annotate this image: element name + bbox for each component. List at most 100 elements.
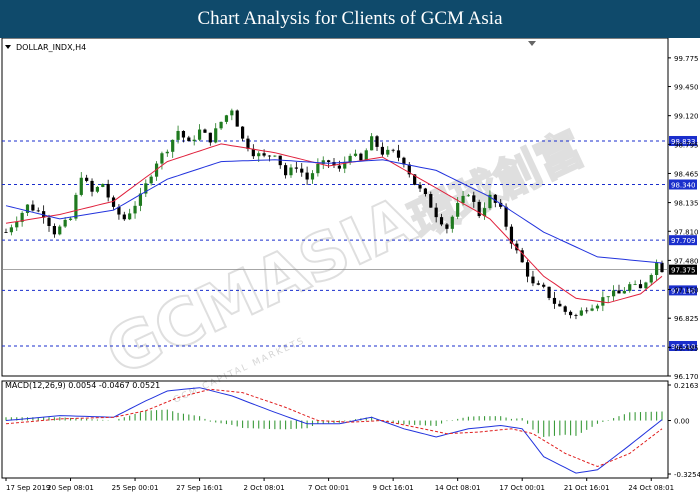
- time-tick-label: 2 Oct 08:01: [244, 484, 285, 492]
- candle-body: [579, 310, 583, 316]
- candle-body: [380, 146, 384, 155]
- candle-body: [418, 184, 422, 189]
- candle-body: [251, 148, 255, 157]
- price-tick-label: 97.150: [674, 287, 699, 295]
- macd-tick-label: 0.00: [674, 418, 690, 426]
- chart-shift-icon: [528, 41, 536, 46]
- candle-body: [429, 194, 433, 208]
- candle-body: [95, 186, 100, 192]
- time-tick-label: 21 Oct 16:01: [564, 484, 610, 492]
- candle-body: [316, 163, 320, 174]
- candle-body: [638, 284, 643, 289]
- candle-body: [628, 284, 632, 291]
- candle-body: [445, 224, 449, 229]
- candle-body: [337, 165, 341, 169]
- price-tick-label: 97.810: [674, 228, 699, 236]
- candle-body: [542, 284, 546, 287]
- candle-body: [214, 128, 218, 143]
- chart-canvas[interactable]: GCMASIA 環球創富 GCM CAPITAL MARKETS 98.8339…: [0, 38, 700, 500]
- candle-body: [208, 132, 212, 143]
- time-tick-label: 27 Sep 16:01: [176, 484, 223, 492]
- candle-body: [240, 126, 245, 139]
- candle-body: [353, 153, 358, 156]
- price-tick-label: 99.120: [674, 113, 699, 121]
- candle-body: [574, 315, 578, 316]
- candle-body: [90, 180, 94, 192]
- candle-body: [633, 284, 637, 285]
- candle-body: [461, 195, 465, 203]
- candle-body: [370, 136, 374, 151]
- banner-title: Chart Analysis for Clients of GCM Asia: [197, 8, 503, 29]
- macd-panel-border: [1, 380, 669, 479]
- candle-body: [472, 195, 476, 202]
- candle-body: [101, 183, 105, 187]
- candle-body: [305, 172, 309, 180]
- candle-body: [230, 110, 234, 116]
- candle-body: [181, 130, 186, 138]
- candle-body: [375, 136, 379, 147]
- candle-body: [246, 138, 250, 149]
- candle-body: [396, 150, 401, 158]
- price-tick-label: 99.775: [674, 55, 699, 63]
- price-tick-label: 98.465: [674, 170, 699, 178]
- candle-body: [612, 290, 616, 297]
- candle-body: [655, 262, 659, 275]
- candle-body: [386, 149, 390, 155]
- candle-body: [15, 221, 19, 228]
- candle-body: [300, 168, 304, 173]
- candle-body: [63, 219, 67, 227]
- candle-body: [563, 306, 567, 312]
- price-tick-label: 98.135: [674, 200, 699, 208]
- macd-panel: 0.2163 0.00 -0.3254: [1, 380, 700, 479]
- candle-body: [106, 183, 110, 198]
- candle-body: [364, 150, 368, 161]
- candle-body: [504, 206, 508, 227]
- candle-body: [606, 296, 610, 298]
- candle-body: [128, 213, 132, 220]
- candle-body: [617, 290, 621, 294]
- price-tick-label: 97.480: [674, 257, 699, 265]
- candle-body: [203, 129, 207, 133]
- candle-body: [165, 151, 169, 154]
- candle-body: [52, 226, 56, 235]
- level-price-label: 98.340: [671, 181, 696, 189]
- candle-body: [79, 177, 83, 195]
- candle-body: [36, 210, 40, 212]
- macd-signal-line: [5, 388, 663, 468]
- time-tick-label: 9 Oct 16:01: [373, 484, 414, 492]
- candle-body: [160, 153, 164, 164]
- time-tick-label: 14 Oct 08:01: [435, 484, 481, 492]
- candle-body: [219, 121, 223, 129]
- candle-body: [149, 176, 153, 184]
- time-tick-label: 25 Sep 00:01: [112, 484, 159, 492]
- candle-body: [391, 149, 395, 151]
- candle-body: [531, 276, 535, 284]
- candle-body: [310, 173, 315, 180]
- candle-body: [58, 226, 62, 235]
- macd-label: MACD(12,26,9) 0.0054 -0.0467 0.0521: [5, 381, 160, 390]
- candle-body: [525, 262, 530, 277]
- candle-body: [477, 201, 481, 217]
- candle-body: [47, 217, 51, 227]
- price-tick-label: 96.170: [674, 373, 699, 381]
- price-tick-label: 96.495: [674, 344, 699, 352]
- price-tick-label: 96.825: [674, 315, 699, 323]
- candle-body: [450, 216, 454, 229]
- candle-body: [257, 153, 261, 157]
- candle-body: [294, 167, 298, 169]
- candle-body: [197, 129, 202, 140]
- candle-body: [68, 218, 73, 220]
- symbol-dropdown-icon[interactable]: [5, 45, 11, 49]
- candle-body: [289, 167, 293, 176]
- candle-body: [224, 115, 229, 122]
- candle-body: [434, 207, 438, 218]
- candle-body: [348, 155, 352, 162]
- candle-body: [585, 310, 589, 312]
- macd-line: [5, 387, 663, 474]
- candle-body: [192, 139, 196, 142]
- candle-body: [660, 262, 664, 273]
- candle-body: [456, 202, 460, 217]
- time-tick-label: 17 Oct 00:01: [499, 484, 545, 492]
- candle-body: [187, 137, 191, 142]
- time-tick-label: 20 Sep 08:01: [47, 484, 94, 492]
